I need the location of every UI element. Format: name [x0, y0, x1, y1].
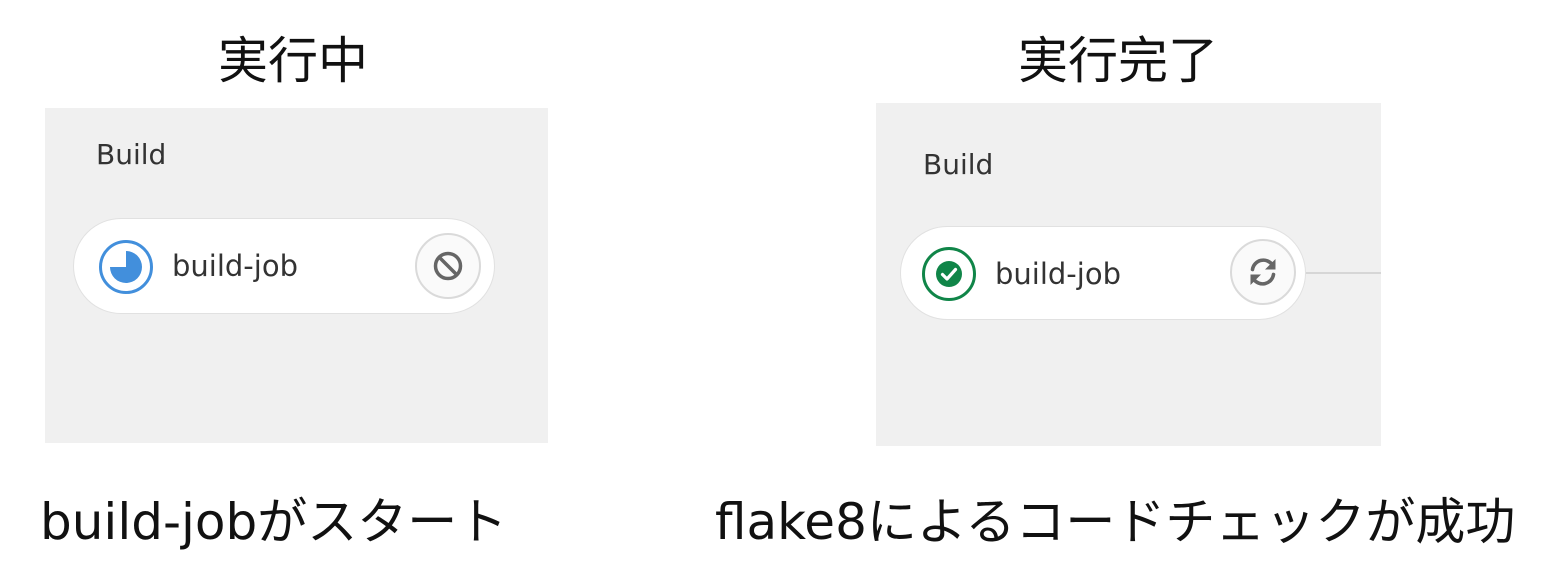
finished-caption: flake8によるコードチェックが成功	[715, 493, 1516, 551]
finished-stage-title: Build	[923, 148, 994, 181]
running-caption: build-jobがスタート	[40, 493, 508, 551]
running-job-pill[interactable]: build-job	[73, 218, 495, 314]
finished-heading: 実行完了	[1018, 32, 1218, 90]
retry-button[interactable]	[1230, 239, 1296, 305]
status-running-icon	[98, 239, 154, 295]
finished-job-name: build-job	[995, 257, 1121, 291]
finished-job-pill[interactable]: build-job	[900, 226, 1306, 320]
cancel-button[interactable]	[415, 233, 481, 299]
running-heading: 実行中	[218, 32, 368, 90]
status-success-icon	[921, 246, 977, 302]
running-stage-title: Build	[96, 138, 167, 171]
job-connector-line	[1304, 272, 1381, 274]
running-stage-panel: Build build-job	[45, 108, 548, 443]
running-job-name: build-job	[172, 249, 298, 283]
finished-stage-panel: Build build-job	[876, 103, 1381, 446]
